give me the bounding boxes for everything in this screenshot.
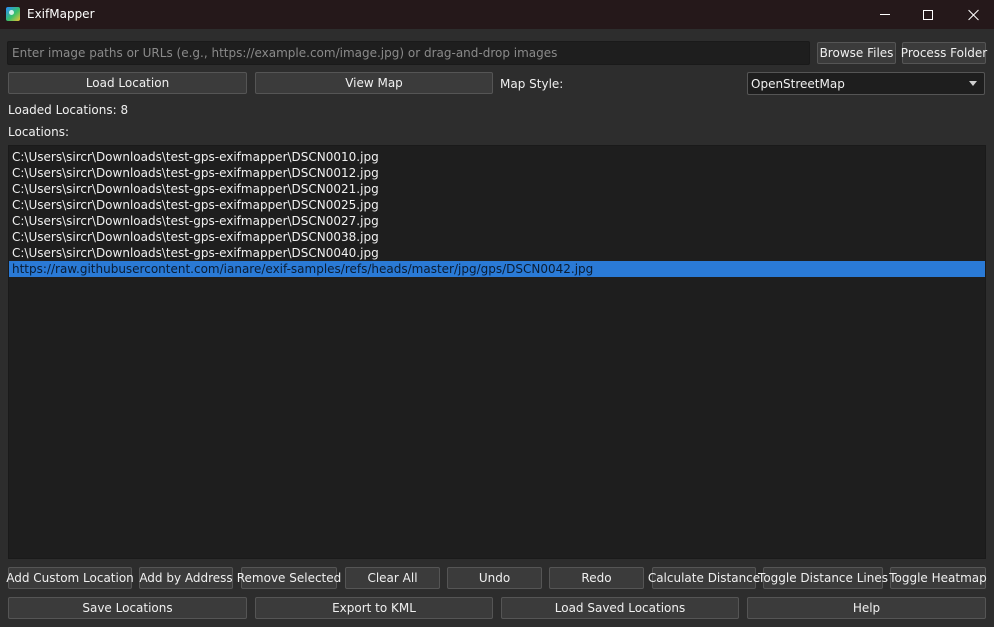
chevron-down-icon	[969, 81, 977, 86]
image-path-input[interactable]	[7, 41, 810, 65]
locations-list[interactable]: C:\Users\sircr\Downloads\test-gps-exifma…	[8, 145, 986, 559]
add-custom-location-button[interactable]: Add Custom Location	[6, 567, 134, 589]
close-icon	[968, 9, 980, 21]
toggle-distance-lines-button[interactable]: Toggle Distance Lines	[758, 567, 888, 589]
export-kml-button[interactable]: Export to KML	[255, 597, 493, 619]
map-style-label: Map Style:	[500, 77, 564, 91]
help-button[interactable]: Help	[747, 597, 986, 619]
view-map-button[interactable]: View Map	[255, 72, 493, 94]
maximize-icon	[923, 9, 933, 20]
list-item[interactable]: C:\Users\sircr\Downloads\test-gps-exifma…	[9, 197, 985, 213]
list-item[interactable]: C:\Users\sircr\Downloads\test-gps-exifma…	[9, 229, 985, 245]
close-button[interactable]	[951, 0, 994, 29]
remove-selected-button[interactable]: Remove Selected	[237, 567, 341, 589]
list-item-selected[interactable]: https://raw.githubusercontent.com/ianare…	[9, 261, 985, 277]
toggle-heatmap-button[interactable]: Toggle Heatmap	[889, 567, 987, 589]
app-icon	[6, 7, 20, 21]
save-locations-button[interactable]: Save Locations	[8, 597, 247, 619]
load-saved-locations-button[interactable]: Load Saved Locations	[501, 597, 739, 619]
title-bar: ExifMapper	[0, 0, 994, 29]
loaded-locations-count: Loaded Locations: 8	[8, 103, 129, 117]
list-item[interactable]: C:\Users\sircr\Downloads\test-gps-exifma…	[9, 213, 985, 229]
minimize-icon	[880, 14, 890, 15]
map-style-value: OpenStreetMap	[751, 76, 845, 91]
add-by-address-button[interactable]: Add by Address	[139, 567, 233, 589]
list-item[interactable]: C:\Users\sircr\Downloads\test-gps-exifma…	[9, 149, 985, 165]
redo-button[interactable]: Redo	[549, 567, 644, 589]
list-item[interactable]: C:\Users\sircr\Downloads\test-gps-exifma…	[9, 245, 985, 261]
clear-all-button[interactable]: Clear All	[345, 567, 440, 589]
process-folder-button[interactable]: Process Folder	[901, 42, 987, 64]
browse-files-button[interactable]: Browse Files	[817, 42, 896, 64]
map-style-select[interactable]: OpenStreetMap	[747, 72, 985, 95]
minimize-button[interactable]	[862, 0, 908, 29]
list-item[interactable]: C:\Users\sircr\Downloads\test-gps-exifma…	[9, 181, 985, 197]
locations-header: Locations:	[8, 125, 70, 139]
maximize-button[interactable]	[905, 0, 951, 29]
list-item[interactable]: C:\Users\sircr\Downloads\test-gps-exifma…	[9, 165, 985, 181]
calculate-distance-button[interactable]: Calculate Distance	[648, 567, 760, 589]
undo-button[interactable]: Undo	[447, 567, 542, 589]
load-location-button[interactable]: Load Location	[8, 72, 247, 94]
window-title: ExifMapper	[27, 7, 95, 21]
